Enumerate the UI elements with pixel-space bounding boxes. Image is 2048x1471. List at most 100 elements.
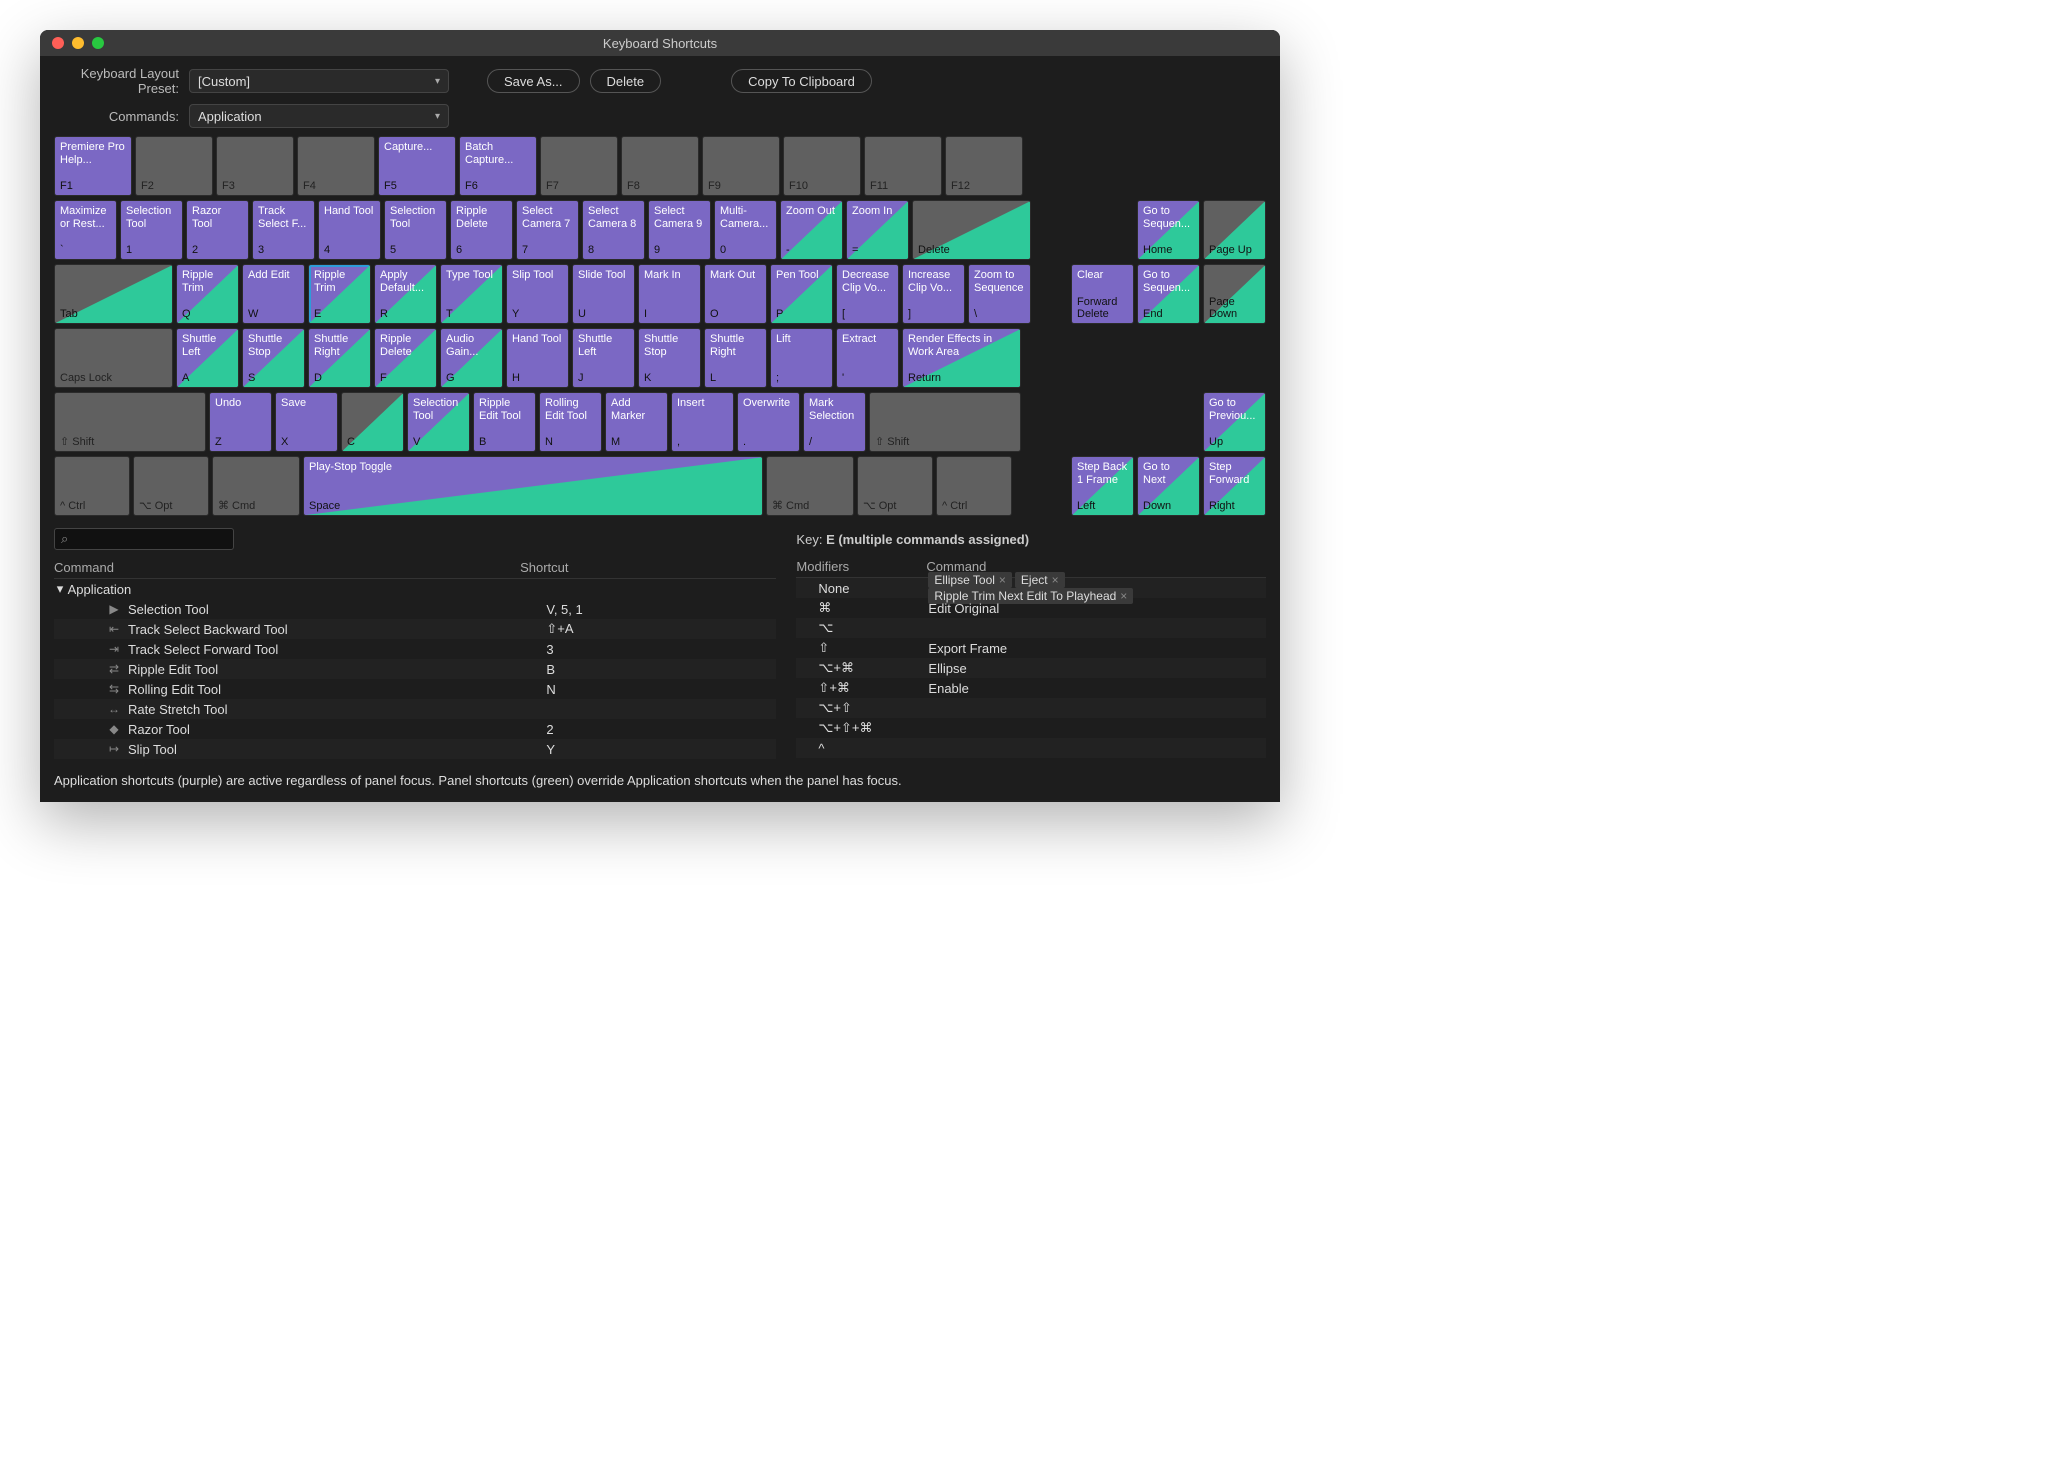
modifiers-list[interactable]: NoneEllipse Tool ×Eject ×Ripple Trim Nex… — [796, 578, 1266, 758]
key-v[interactable]: Selection ToolV — [407, 392, 470, 452]
key-b[interactable]: Ripple Edit ToolB — [473, 392, 536, 452]
key-end[interactable]: Go to Sequen...End — [1137, 264, 1200, 324]
key-l[interactable]: Shuttle RightL — [704, 328, 767, 388]
key--[interactable]: Lift; — [770, 328, 833, 388]
key-f12[interactable]: F12 — [945, 136, 1023, 196]
key-9[interactable]: Select Camera 99 — [648, 200, 711, 260]
remove-icon[interactable]: × — [999, 573, 1006, 587]
key-f6[interactable]: Batch Capture...F6 — [459, 136, 537, 196]
modifier-row[interactable]: ⇧+⌘Enable — [796, 678, 1266, 698]
save-as-button[interactable]: Save As... — [487, 69, 580, 93]
key-page-up[interactable]: Page Up — [1203, 200, 1266, 260]
key-space[interactable]: Play-Stop ToggleSpace — [303, 456, 763, 516]
key--[interactable]: Zoom In= — [846, 200, 909, 260]
key-f4[interactable]: F4 — [297, 136, 375, 196]
key-j[interactable]: Shuttle LeftJ — [572, 328, 635, 388]
modifier-row[interactable]: ⌥ — [796, 618, 1266, 638]
key--[interactable]: Increase Clip Vo...] — [902, 264, 965, 324]
key-up[interactable]: Go to Previou...Up — [1203, 392, 1266, 452]
key-tab[interactable]: Tab — [54, 264, 173, 324]
key--cmd[interactable]: ⌘ Cmd — [212, 456, 300, 516]
key--cmd[interactable]: ⌘ Cmd — [766, 456, 854, 516]
key-0[interactable]: Multi-Camera...0 — [714, 200, 777, 260]
key-f1[interactable]: Premiere Pro Help...F1 — [54, 136, 132, 196]
key-forward-delete[interactable]: ClearForward Delete — [1071, 264, 1134, 324]
key-o[interactable]: Mark OutO — [704, 264, 767, 324]
key-6[interactable]: Ripple Delete6 — [450, 200, 513, 260]
commands-select[interactable]: Application ▾ — [189, 104, 449, 128]
key-e[interactable]: Ripple TrimE — [308, 264, 371, 324]
key-right[interactable]: Step ForwardRight — [1203, 456, 1266, 516]
remove-icon[interactable]: × — [1052, 573, 1059, 587]
key--[interactable]: Zoom to Sequence\ — [968, 264, 1031, 324]
search-input[interactable]: ⌕ — [54, 528, 234, 550]
key-caps-lock[interactable]: Caps Lock — [54, 328, 173, 388]
key-h[interactable]: Hand ToolH — [506, 328, 569, 388]
key--[interactable]: Maximize or Rest...` — [54, 200, 117, 260]
key-f11[interactable]: F11 — [864, 136, 942, 196]
key-f9[interactable]: F9 — [702, 136, 780, 196]
key-a[interactable]: Shuttle LeftA — [176, 328, 239, 388]
key-y[interactable]: Slip ToolY — [506, 264, 569, 324]
key-x[interactable]: SaveX — [275, 392, 338, 452]
tree-root[interactable]: ▾ Application — [54, 579, 776, 599]
key-2[interactable]: Razor Tool2 — [186, 200, 249, 260]
key-f5[interactable]: Capture...F5 — [378, 136, 456, 196]
key-q[interactable]: Ripple TrimQ — [176, 264, 239, 324]
key--[interactable]: Zoom Out- — [780, 200, 843, 260]
key-delete[interactable]: Delete — [912, 200, 1031, 260]
key--opt[interactable]: ⌥ Opt — [133, 456, 209, 516]
command-row[interactable]: ▶Selection ToolV, 5, 1 — [54, 599, 776, 619]
command-row[interactable]: ⇥Track Select Forward Tool3 — [54, 639, 776, 659]
key-f3[interactable]: F3 — [216, 136, 294, 196]
modifier-row[interactable]: ⌘Edit Original — [796, 598, 1266, 618]
key-left[interactable]: Step Back 1 FrameLeft — [1071, 456, 1134, 516]
key-i[interactable]: Mark InI — [638, 264, 701, 324]
key-m[interactable]: Add MarkerM — [605, 392, 668, 452]
key-r[interactable]: Apply Default...R — [374, 264, 437, 324]
command-row[interactable]: ⇤Track Select Backward Tool⇧+A — [54, 619, 776, 639]
key-f7[interactable]: F7 — [540, 136, 618, 196]
key-s[interactable]: Shuttle StopS — [242, 328, 305, 388]
key--shift[interactable]: ⇧ Shift — [869, 392, 1021, 452]
key-k[interactable]: Shuttle StopK — [638, 328, 701, 388]
key-8[interactable]: Select Camera 88 — [582, 200, 645, 260]
key-t[interactable]: Type ToolT — [440, 264, 503, 324]
key-g[interactable]: Audio Gain...G — [440, 328, 503, 388]
key-page-down[interactable]: Page Down — [1203, 264, 1266, 324]
modifier-row[interactable]: NoneEllipse Tool ×Eject ×Ripple Trim Nex… — [796, 578, 1266, 598]
key-3[interactable]: Track Select F...3 — [252, 200, 315, 260]
modifier-row[interactable]: ⌥+⌘Ellipse — [796, 658, 1266, 678]
key-f2[interactable]: F2 — [135, 136, 213, 196]
delete-button[interactable]: Delete — [590, 69, 662, 93]
key-n[interactable]: Rolling Edit ToolN — [539, 392, 602, 452]
key-down[interactable]: Go to NextDown — [1137, 456, 1200, 516]
key--shift[interactable]: ⇧ Shift — [54, 392, 206, 452]
key-5[interactable]: Selection Tool5 — [384, 200, 447, 260]
key-u[interactable]: Slide ToolU — [572, 264, 635, 324]
key--[interactable]: Overwrite. — [737, 392, 800, 452]
command-row[interactable]: ◆Razor Tool2 — [54, 719, 776, 739]
key--opt[interactable]: ⌥ Opt — [857, 456, 933, 516]
key-f10[interactable]: F10 — [783, 136, 861, 196]
modifier-row[interactable]: ⌥+⇧+⌘ — [796, 718, 1266, 738]
key-z[interactable]: UndoZ — [209, 392, 272, 452]
disclosure-icon[interactable]: ▾ — [56, 581, 64, 597]
key-f[interactable]: Ripple DeleteF — [374, 328, 437, 388]
key-d[interactable]: Shuttle RightD — [308, 328, 371, 388]
key--[interactable]: Decrease Clip Vo...[ — [836, 264, 899, 324]
key-1[interactable]: Selection Tool1 — [120, 200, 183, 260]
key--[interactable]: Insert, — [671, 392, 734, 452]
modifier-row[interactable]: ⇧Export Frame — [796, 638, 1266, 658]
key--[interactable]: Mark Selection/ — [803, 392, 866, 452]
key-w[interactable]: Add EditW — [242, 264, 305, 324]
modifier-row[interactable]: ⌥+⇧ — [796, 698, 1266, 718]
key-return[interactable]: Render Effects in Work AreaReturn — [902, 328, 1021, 388]
command-list[interactable]: ▾ Application▶Selection ToolV, 5, 1⇤Trac… — [54, 579, 776, 759]
key-home[interactable]: Go to Sequen...Home — [1137, 200, 1200, 260]
key-c[interactable]: C — [341, 392, 404, 452]
copy-clipboard-button[interactable]: Copy To Clipboard — [731, 69, 872, 93]
assignment-chip[interactable]: Ellipse Tool × — [928, 572, 1012, 588]
key--ctrl[interactable]: ^ Ctrl — [936, 456, 1012, 516]
key-f8[interactable]: F8 — [621, 136, 699, 196]
